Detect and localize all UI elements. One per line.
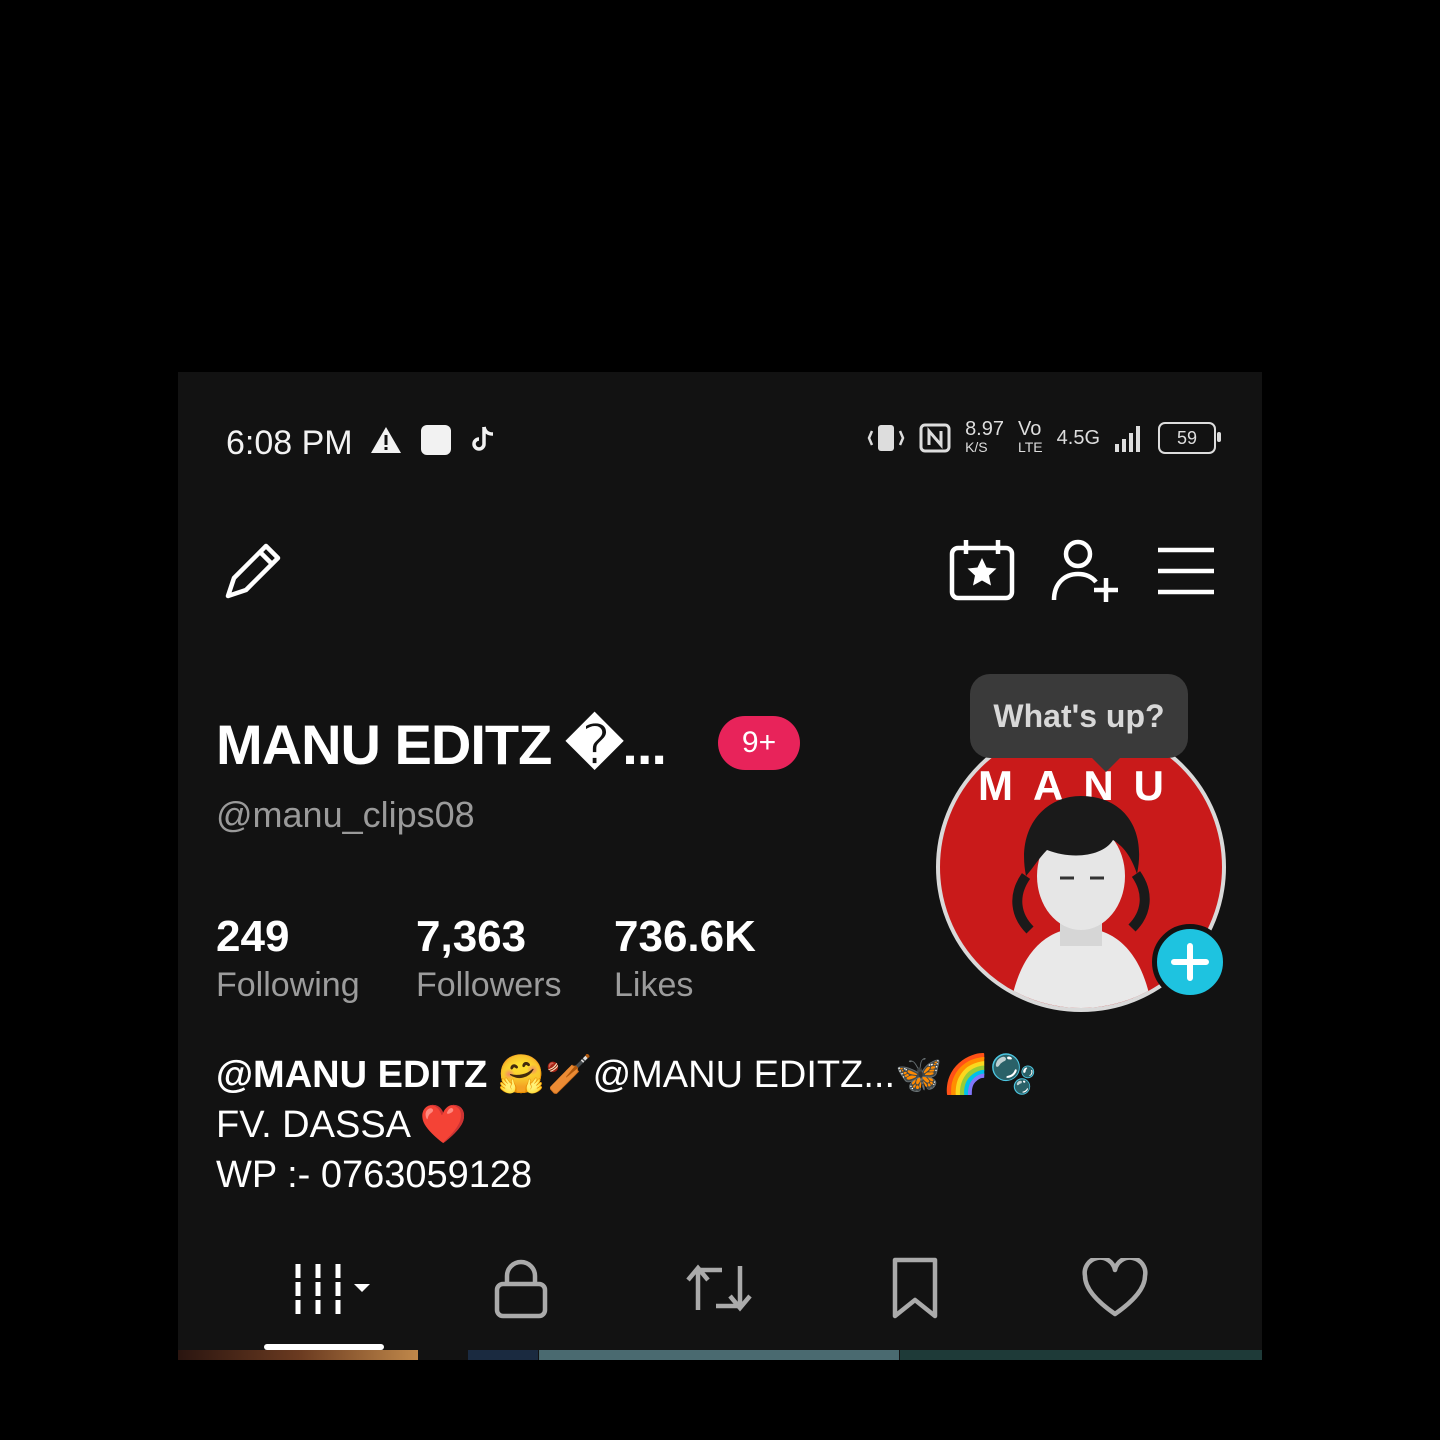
likes-label[interactable]: Likes (614, 966, 693, 1005)
following-label[interactable]: Following (216, 966, 360, 1005)
volte-indicator: Vo LTE (1018, 418, 1043, 456)
video-thumbnail[interactable] (468, 1350, 538, 1360)
profile-handle: @manu_clips08 (216, 794, 475, 835)
network-type: 4.5G (1056, 426, 1100, 449)
heart-icon[interactable] (1082, 1258, 1148, 1318)
likes-count[interactable]: 736.6K (614, 912, 756, 962)
bio-line-1-bold: @MANU EDITZ 🤗🏏 (216, 1054, 593, 1096)
bio-line-3: WP :- 0763059128 (216, 1154, 533, 1196)
video-thumbnail[interactable] (900, 1350, 1262, 1360)
notification-badge[interactable]: 9+ (718, 716, 800, 770)
notification-square-icon (421, 425, 451, 455)
followers-label[interactable]: Followers (416, 966, 561, 1005)
profile-bio: @MANU EDITZ 🤗🏏@MANU EDITZ...🦋🌈🫧 FV. DASS… (216, 1050, 1037, 1200)
status-right-icons: 8.97 K/S Vo LTE 4.5G 59 (867, 418, 1221, 456)
video-thumbnail[interactable] (178, 1350, 418, 1360)
status-time: 6:08 PM (226, 424, 353, 462)
phone-screen: 6:08 PM 8.97 K/S Vo LTE 4.5G 59 MANU EDI… (178, 372, 1262, 1360)
signal-icon (1115, 426, 1140, 452)
hamburger-menu-icon[interactable] (1156, 546, 1216, 596)
pencil-icon[interactable] (220, 538, 286, 604)
followers-count[interactable]: 7,363 (416, 912, 526, 962)
lock-icon[interactable] (492, 1256, 550, 1320)
bio-line-1-rest: @MANU EDITZ...🦋🌈🫧 (592, 1054, 1037, 1096)
bio-line-1: @MANU EDITZ 🤗🏏@MANU EDITZ...🦋🌈🫧 (216, 1050, 1037, 1100)
plus-icon (1171, 943, 1209, 981)
calendar-star-icon[interactable] (948, 538, 1016, 602)
whats-up-bubble[interactable]: What's up? (970, 674, 1188, 772)
profile-name: MANU EDITZ �... (216, 713, 667, 776)
repost-icon[interactable] (684, 1256, 754, 1320)
vibrate-icon (867, 425, 905, 451)
add-user-icon[interactable] (1048, 536, 1122, 606)
speed-unit: K/S (965, 439, 988, 455)
add-story-button[interactable] (1152, 924, 1228, 1000)
video-thumbnail[interactable] (539, 1350, 899, 1360)
speed-value: 8.97 (965, 418, 1004, 440)
grid-icon[interactable] (290, 1258, 380, 1318)
following-count[interactable]: 249 (216, 912, 289, 962)
status-left-icons (370, 424, 496, 456)
bookmark-icon[interactable] (890, 1256, 940, 1320)
bio-line-2: FV. DASSA ❤️ (216, 1104, 467, 1146)
tiktok-icon (472, 426, 494, 451)
battery-level: 59 (1176, 427, 1198, 448)
volte-top: Vo (1018, 418, 1042, 440)
volte-bottom: LTE (1018, 439, 1043, 455)
battery-indicator: 59 (1158, 422, 1221, 454)
network-speed: 8.97 K/S (965, 418, 1004, 456)
warning-icon (371, 427, 401, 453)
nfc-icon (919, 423, 951, 453)
